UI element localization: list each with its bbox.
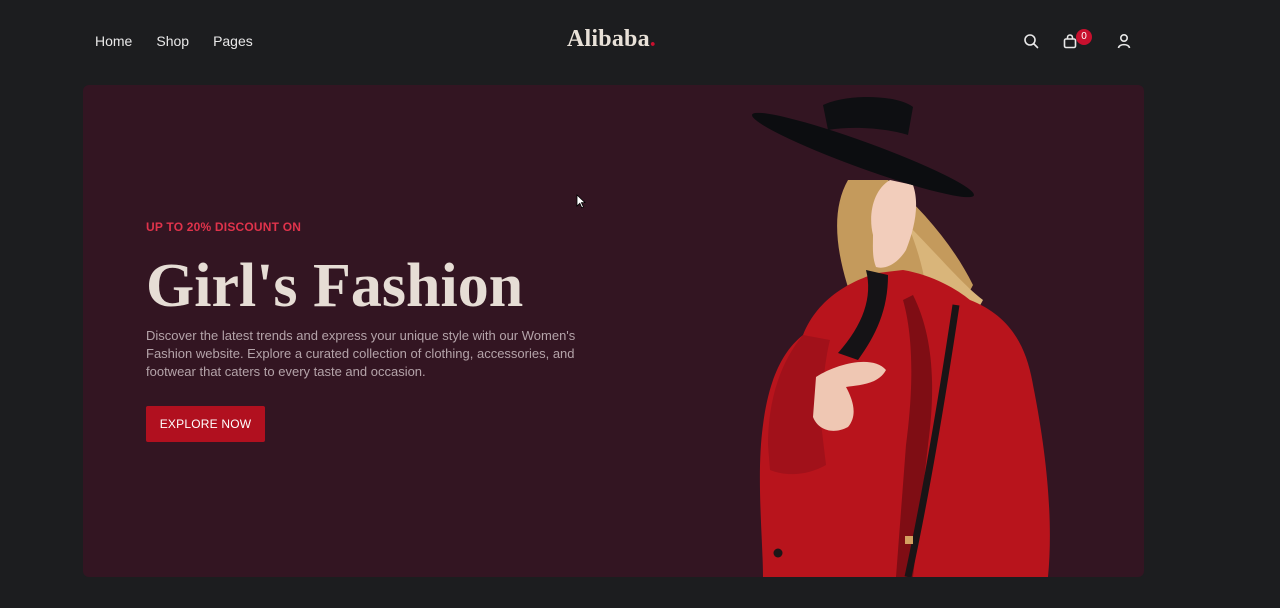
hero-eyebrow: UP TO 20% DISCOUNT ON	[146, 220, 302, 234]
search-icon[interactable]	[1023, 33, 1039, 49]
brand-dot: .	[649, 26, 656, 52]
nav-link-home[interactable]: Home	[95, 33, 132, 49]
nav-link-pages[interactable]: Pages	[213, 33, 253, 49]
main-nav: Home Shop Pages	[95, 33, 253, 49]
model-hat-crown	[823, 96, 913, 135]
nav-link-shop[interactable]: Shop	[156, 33, 189, 49]
brand-name: Alibaba	[567, 26, 650, 52]
cart-count-badge: 0	[1076, 29, 1092, 45]
hero-banner: UP TO 20% DISCOUNT ON Girl's Fashion Dis…	[83, 85, 1144, 577]
coat-button	[773, 548, 783, 558]
explore-now-button[interactable]: EXPLORE NOW	[146, 406, 265, 442]
model-photo	[752, 96, 1050, 577]
strap-buckle	[905, 536, 913, 544]
brand-logo[interactable]: Alibaba.	[567, 26, 656, 53]
mouse-cursor-icon	[576, 194, 586, 209]
hero-description: Discover the latest trends and express y…	[146, 328, 576, 379]
hero-title: Girl's Fashion	[146, 252, 524, 320]
user-icon[interactable]	[1116, 33, 1132, 49]
